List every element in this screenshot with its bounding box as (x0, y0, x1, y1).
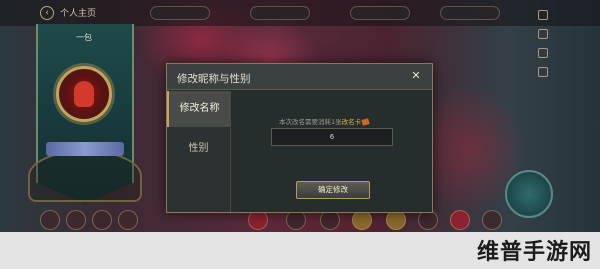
dialog-sidebar: 修改名称 性别 (167, 91, 231, 212)
player-name: 一包 (76, 33, 92, 42)
notice-text: 本次改名需要消耗1张 (279, 118, 342, 126)
rename-card-name: 改名卡 (341, 118, 362, 126)
back-icon[interactable]: ‹ (40, 6, 54, 20)
side-icon[interactable] (538, 48, 548, 58)
avatar[interactable] (56, 66, 112, 122)
bottom-slot[interactable] (386, 210, 406, 230)
bottom-slot[interactable] (482, 210, 502, 230)
bottom-slot[interactable] (286, 210, 306, 230)
banner-base-ornament (28, 150, 142, 202)
bottom-slot[interactable] (248, 210, 268, 230)
currency-pill (350, 6, 410, 20)
bottom-slot[interactable] (418, 210, 438, 230)
currency-pill (250, 6, 310, 20)
tab-rename[interactable]: 修改名称 (167, 91, 230, 127)
bottom-slot[interactable] (320, 210, 340, 230)
rename-card-icon (361, 118, 370, 126)
dialog-title: 修改昵称与性别 (177, 73, 251, 85)
dialog-header: 修改昵称与性别 ✕ (167, 64, 432, 90)
right-side-icons (538, 10, 552, 86)
bottom-slot[interactable] (352, 210, 372, 230)
bottom-slot[interactable] (66, 210, 86, 230)
bottom-slot[interactable] (92, 210, 112, 230)
nickname-input[interactable]: 6 (271, 128, 393, 146)
tab-gender[interactable]: 性别 (167, 131, 230, 167)
rename-dialog: 修改昵称与性别 ✕ 修改名称 性别 本次改名需要消耗1张改名卡 6 确定修改 (166, 63, 433, 213)
currency-pill (440, 6, 500, 20)
bottom-slot[interactable] (118, 210, 138, 230)
emblem-icon[interactable] (505, 170, 553, 218)
watermark: 维普手游网 (476, 240, 592, 265)
side-icon[interactable] (538, 29, 548, 39)
side-icon[interactable] (538, 67, 548, 77)
rename-cost-notice: 本次改名需要消耗1张改名卡 (279, 116, 429, 126)
rank-badge (46, 142, 124, 156)
bottom-slot[interactable] (40, 210, 60, 230)
currency-pill (150, 6, 210, 20)
top-bar: ‹ 个人主页 (0, 0, 600, 26)
avatar-figure (74, 81, 94, 107)
top-bar-title: 个人主页 (60, 9, 97, 19)
confirm-button[interactable]: 确定修改 (296, 181, 370, 199)
side-icon[interactable] (538, 10, 548, 20)
close-icon[interactable]: ✕ (410, 70, 422, 82)
bottom-slot[interactable] (450, 210, 470, 230)
